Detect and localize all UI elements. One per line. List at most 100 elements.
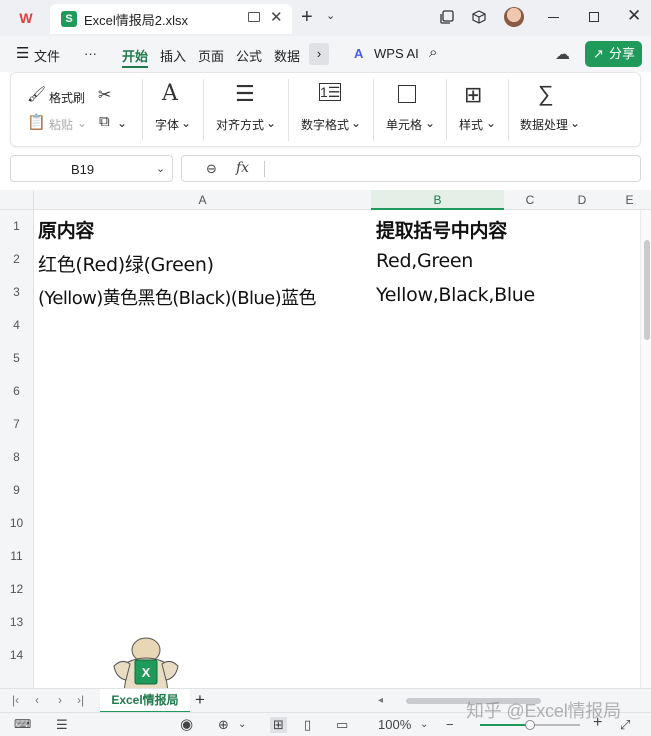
tab-list-chevron-icon[interactable]: ⌄ (326, 9, 335, 22)
row-header[interactable]: 10 (0, 507, 34, 540)
vertical-scroll-thumb[interactable] (644, 240, 650, 340)
select-all-corner[interactable] (0, 190, 34, 210)
tab-home[interactable]: 开始 (122, 46, 148, 65)
fx-icon[interactable]: fx (236, 160, 249, 176)
align-chevron-icon[interactable]: ⌄ (266, 116, 276, 130)
tab-data[interactable]: 数据 (274, 46, 300, 65)
zoom-search-icon[interactable]: ⊖ (206, 161, 217, 177)
row-header[interactable]: 5 (0, 342, 34, 375)
column-header-a[interactable]: A (34, 190, 371, 210)
prev-sheet-icon[interactable]: ‹ (35, 693, 39, 707)
name-box[interactable]: B19 ⌄ (10, 155, 173, 182)
zoom-level[interactable]: 100% (378, 717, 411, 732)
page-layout-view-icon[interactable]: ▯ (304, 717, 311, 733)
new-tab-plus-icon[interactable]: + (301, 6, 313, 29)
maximize-icon[interactable] (589, 12, 599, 22)
column-header-c[interactable]: C (504, 190, 556, 210)
column-header-b[interactable]: B (371, 190, 504, 210)
page-break-view-icon[interactable]: ▭ (336, 717, 348, 733)
focus-mode-chevron-icon[interactable]: ⌄ (238, 719, 246, 730)
close-window-icon[interactable]: ✕ (627, 6, 641, 26)
row-header[interactable]: 1 (0, 210, 34, 243)
add-sheet-icon[interactable]: + (195, 690, 205, 710)
wps-ai-button[interactable]: WPS AI (374, 46, 419, 61)
cell-a1[interactable]: 原内容 (38, 216, 94, 243)
row-header[interactable]: 11 (0, 540, 34, 573)
sigma-icon: ∑ (538, 81, 554, 106)
spreadsheet-grid[interactable]: A B C D E 1 2 3 4 5 6 7 8 9 10 11 12 13 … (0, 190, 651, 688)
scroll-left-icon[interactable]: ◂ (378, 695, 383, 706)
share-button[interactable]: ↗ 分享 (585, 41, 642, 67)
style-chevron-icon[interactable]: ⌄ (486, 116, 496, 130)
cell-button[interactable]: 单元格 (386, 116, 422, 133)
wps-logo-icon[interactable]: W (17, 9, 35, 27)
zoom-out-icon[interactable]: − (446, 717, 454, 732)
cloud-upload-icon[interactable]: ☁ (555, 45, 570, 63)
paste-button[interactable]: 粘贴 (49, 116, 73, 133)
cell-chevron-icon[interactable]: ⌄ (425, 116, 435, 130)
copy-icon[interactable]: ⧉ (99, 113, 110, 130)
tab-formula[interactable]: 公式 (236, 46, 262, 65)
row-header[interactable]: 8 (0, 441, 34, 474)
monitor-icon[interactable] (248, 12, 260, 22)
menu-more[interactable]: ··· (84, 46, 97, 61)
hamburger-menu-icon[interactable]: ☰ (16, 44, 29, 62)
row-header[interactable]: 6 (0, 375, 34, 408)
format-painter-button[interactable]: 格式刷 (49, 89, 85, 106)
row-header[interactable]: 2 (0, 243, 34, 276)
row-header[interactable]: 13 (0, 606, 34, 639)
column-header-e[interactable]: E (608, 190, 651, 210)
style-button[interactable]: 样式 (459, 116, 483, 133)
cube-icon[interactable] (472, 10, 486, 24)
copy-chevron-icon[interactable]: ⌄ (117, 116, 127, 130)
row-header[interactable]: 3 (0, 276, 34, 309)
first-sheet-icon[interactable]: |‹ (12, 693, 19, 707)
menu-file[interactable]: 文件 (34, 46, 60, 65)
data-processing-chevron-icon[interactable]: ⌄ (570, 116, 580, 130)
cell-b2[interactable]: Red,Green (376, 250, 473, 272)
row-header[interactable]: 12 (0, 573, 34, 606)
fullscreen-icon[interactable]: ⤢ (620, 717, 630, 733)
cell-a2[interactable]: 红色(Red)绿(Green) (38, 250, 214, 277)
focus-mode-icon[interactable]: ⊕ (218, 717, 229, 733)
tab-page[interactable]: 页面 (198, 46, 224, 65)
last-sheet-icon[interactable]: ›| (77, 693, 84, 707)
formula-bar[interactable]: ⊖ fx (181, 155, 641, 182)
active-tab-indicator (122, 66, 148, 68)
sheet-tab[interactable]: Excel情报局 (100, 689, 190, 713)
tab-close-icon[interactable]: ✕ (270, 8, 283, 26)
cell-b3[interactable]: Yellow,Black,Blue (376, 284, 535, 306)
row-header[interactable]: 9 (0, 474, 34, 507)
number-format-chevron-icon[interactable]: ⌄ (351, 116, 361, 130)
sheet-list-icon[interactable]: ☰ (56, 717, 68, 733)
search-icon[interactable]: ⌕ (429, 44, 437, 61)
more-tabs-chevron-icon[interactable]: › (309, 43, 329, 65)
minimize-icon[interactable] (548, 17, 559, 19)
next-sheet-icon[interactable]: › (58, 693, 62, 707)
font-button[interactable]: 字体 (155, 116, 179, 133)
paste-chevron-icon[interactable]: ⌄ (77, 116, 87, 130)
window-tile-icon[interactable] (440, 10, 454, 24)
column-header-d[interactable]: D (556, 190, 608, 210)
font-chevron-icon[interactable]: ⌄ (181, 116, 191, 130)
normal-view-icon[interactable]: ⊞ (270, 717, 287, 733)
document-tab[interactable]: S Excel情报局2.xlsx ✕ (50, 4, 292, 34)
eye-protection-icon[interactable]: ◉ (180, 715, 193, 733)
zoom-slider[interactable] (480, 720, 580, 730)
vertical-scrollbar[interactable] (640, 210, 651, 688)
share-label: 分享 (609, 46, 636, 61)
name-box-chevron-icon[interactable]: ⌄ (156, 162, 165, 175)
data-processing-button[interactable]: 数据处理 (520, 116, 568, 133)
zoom-chevron-icon[interactable]: ⌄ (420, 719, 428, 730)
cut-icon[interactable]: ✂ (98, 85, 111, 105)
number-format-button[interactable]: 数字格式 (301, 116, 349, 133)
tab-insert[interactable]: 插入 (160, 46, 186, 65)
row-header[interactable]: 7 (0, 408, 34, 441)
cell-a3[interactable]: (Yellow)黄色黑色(Black)(Blue)蓝色 (38, 284, 316, 310)
cell-b1[interactable]: 提取括号中内容 (376, 216, 507, 243)
row-header[interactable]: 4 (0, 309, 34, 342)
row-header[interactable]: 14 (0, 639, 34, 672)
macro-record-icon[interactable]: ⌨ (14, 717, 31, 731)
align-button[interactable]: 对齐方式 (216, 116, 264, 133)
user-avatar[interactable] (504, 7, 524, 27)
